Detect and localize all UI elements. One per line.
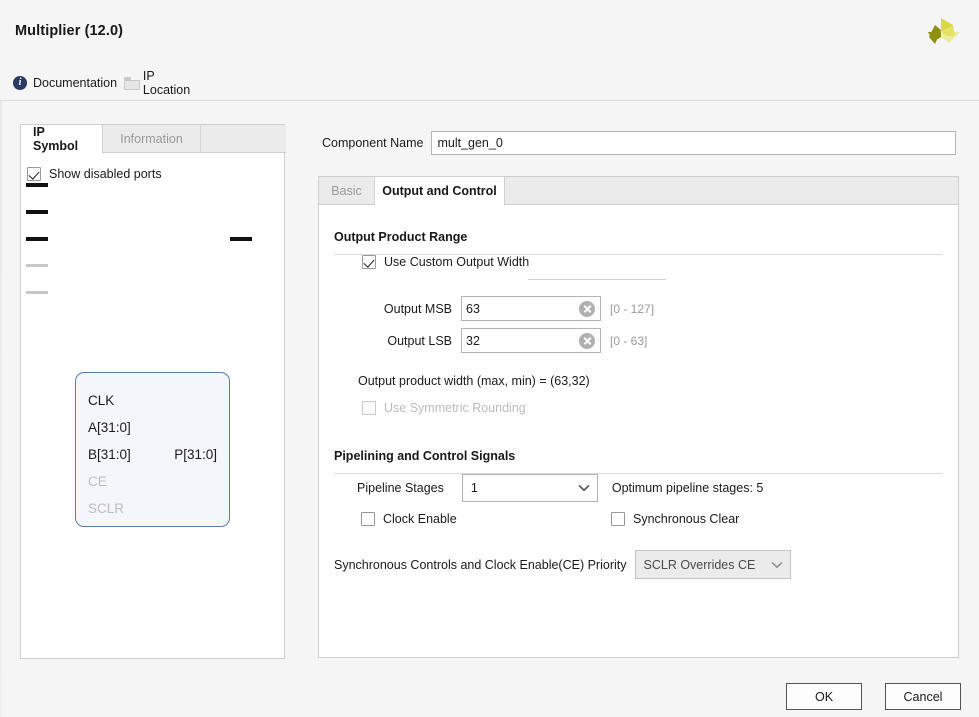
port-label-p: P[31:0]	[174, 447, 217, 462]
chevron-down-icon-priority	[764, 561, 790, 569]
ip-location-label: IP Location	[142, 69, 191, 97]
documentation-label: Documentation	[33, 76, 118, 90]
pin-p	[230, 237, 252, 241]
use-symmetric-rounding-row: Use Symmetric Rounding	[362, 401, 526, 415]
sync-priority-value: SCLR Overrides CE	[643, 557, 756, 572]
synchronous-clear-label: Synchronous Clear	[633, 512, 740, 526]
output-lsb-row: Output LSB [0 - 63]	[376, 328, 647, 353]
sync-priority-row: Synchronous Controls and Clock Enable(CE…	[334, 550, 791, 579]
pin-clk	[26, 183, 48, 187]
tab-ip-symbol-label: IP Symbol	[33, 125, 79, 153]
use-symmetric-rounding-checkbox	[362, 401, 376, 415]
use-custom-output-width-checkbox[interactable]	[362, 255, 376, 269]
documentation-button[interactable]: i Documentation	[13, 72, 117, 94]
clock-enable-label: Clock Enable	[383, 512, 457, 526]
show-disabled-ports-row[interactable]: Show disabled ports	[27, 167, 162, 181]
vendor-logo-icon	[928, 18, 960, 44]
cancel-button[interactable]: Cancel	[885, 683, 961, 710]
tab-ip-symbol[interactable]: IP Symbol	[21, 125, 103, 154]
tab-basic-label: Basic	[331, 184, 362, 198]
component-name-label: Component Name	[322, 136, 424, 150]
ip-location-button[interactable]: IP Location	[124, 69, 193, 97]
output-width-summary: Output product width (max, min) = (63,32…	[358, 374, 590, 388]
clock-enable-row[interactable]: Clock Enable	[361, 512, 457, 526]
use-custom-output-width-row[interactable]: Use Custom Output Width	[362, 255, 529, 269]
port-label-ce: CE	[88, 474, 107, 489]
settings-tabpanel: Basic Output and Control Output Product …	[318, 176, 959, 658]
output-lsb-label: Output LSB	[387, 333, 452, 348]
ip-symbol-canvas: Show disabled ports CLK A[31:0] B[31:0] …	[21, 154, 284, 658]
tab-information-label: Information	[120, 132, 183, 146]
output-lsb-field[interactable]	[461, 328, 601, 353]
pin-ce	[26, 264, 48, 267]
sync-priority-select[interactable]: SCLR Overrides CE	[634, 550, 791, 579]
show-disabled-ports-label: Show disabled ports	[49, 167, 162, 181]
pipeline-stages-row: Pipeline Stages 1 Optimum pipeline stage…	[357, 474, 763, 502]
pipeline-stages-value: 1	[470, 481, 478, 495]
output-lsb-range: [0 - 63]	[610, 333, 648, 348]
pipelining-title: Pipelining and Control Signals	[334, 449, 516, 463]
port-label-sclr: SCLR	[88, 501, 125, 516]
tab-basic[interactable]: Basic	[319, 177, 375, 205]
ok-button[interactable]: OK	[786, 683, 862, 710]
output-and-control-pane: Output Product Range Use Custom Output W…	[319, 206, 958, 657]
output-width-summary-row: Output product width (max, min) = (63,32…	[358, 374, 590, 388]
tab-output-and-control-label: Output and Control	[382, 184, 497, 198]
pipeline-stages-label: Pipeline Stages	[357, 481, 444, 495]
output-msb-range: [0 - 127]	[610, 301, 655, 316]
folder-icon	[124, 76, 140, 90]
use-custom-output-width-label: Use Custom Output Width	[384, 255, 530, 269]
output-msb-field[interactable]	[461, 296, 601, 321]
component-name-input[interactable]	[431, 131, 957, 155]
dialog-header: Multiplier (12.0) i Documentation IP Loc…	[0, 0, 979, 101]
custom-width-divider	[528, 279, 666, 280]
output-msb-input[interactable]	[462, 297, 574, 320]
pin-sclr	[26, 291, 48, 294]
window-left-edge	[0, 0, 2, 717]
port-label-clk: CLK	[88, 393, 115, 408]
info-icon: i	[13, 76, 27, 90]
left-panel-tabstrip: IP Symbol Information	[21, 125, 286, 154]
output-product-range-title: Output Product Range	[334, 230, 468, 244]
tab-information[interactable]: Information	[103, 125, 201, 153]
pin-b	[26, 237, 48, 241]
output-msb-row: Output MSB [0 - 127]	[376, 296, 654, 321]
synchronous-clear-row[interactable]: Synchronous Clear	[611, 512, 739, 526]
port-label-b: B[31:0]	[88, 447, 131, 462]
settings-tabstrip: Basic Output and Control	[319, 177, 958, 206]
dialog-window: Multiplier (12.0) i Documentation IP Loc…	[0, 0, 979, 717]
port-label-a: A[31:0]	[88, 420, 131, 435]
pipeline-stages-select[interactable]: 1	[461, 474, 598, 502]
use-symmetric-rounding-label: Use Symmetric Rounding	[384, 401, 526, 415]
chevron-down-icon	[571, 484, 597, 492]
output-lsb-clear-icon[interactable]	[579, 333, 595, 349]
optimum-pipeline-note: Optimum pipeline stages: 5	[611, 481, 764, 495]
ip-symbol-block: CLK A[31:0] B[31:0] CE SCLR P[31:0]	[75, 372, 230, 527]
output-msb-label: Output MSB	[383, 301, 452, 316]
clock-enable-checkbox[interactable]	[361, 512, 375, 526]
show-disabled-ports-checkbox[interactable]	[27, 167, 41, 181]
sync-priority-label: Synchronous Controls and Clock Enable(CE…	[334, 557, 627, 572]
tab-output-and-control[interactable]: Output and Control	[375, 177, 505, 206]
pin-a	[26, 210, 48, 214]
component-name-row: Component Name	[322, 131, 957, 155]
ip-symbol-panel: IP Symbol Information Show disabled port…	[20, 124, 286, 659]
page-title: Multiplier (12.0)	[15, 23, 124, 39]
synchronous-clear-checkbox[interactable]	[611, 512, 625, 526]
output-msb-clear-icon[interactable]	[579, 301, 595, 317]
output-lsb-input[interactable]	[462, 329, 574, 352]
